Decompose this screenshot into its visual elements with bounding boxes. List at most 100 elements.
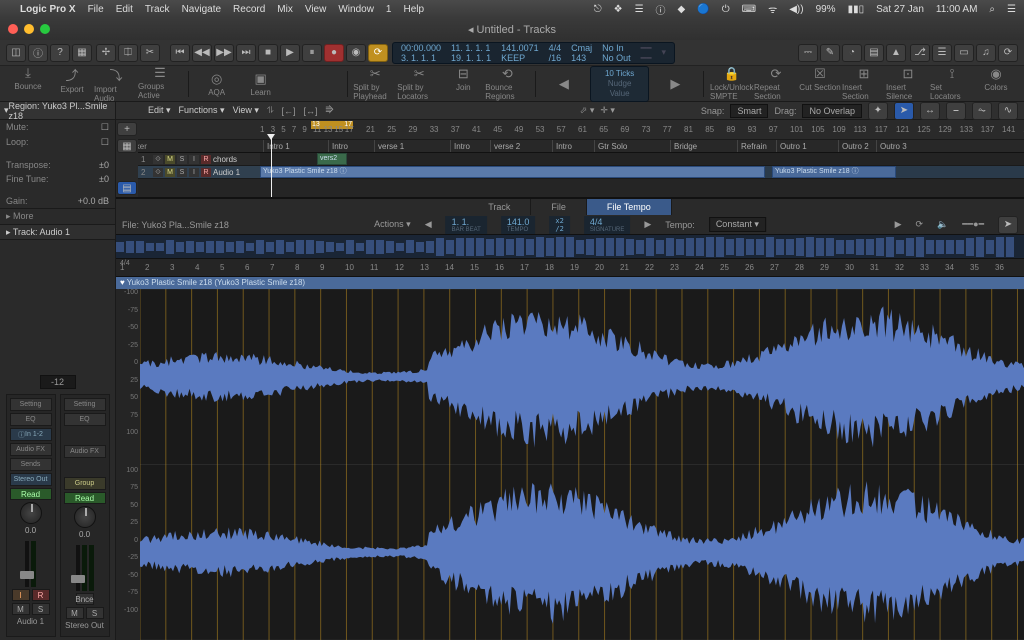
lcd-keep[interactable]: KEEP bbox=[501, 53, 539, 63]
eq-slot[interactable]: EQ bbox=[10, 413, 52, 426]
status-icon[interactable]: ⎋ bbox=[594, 4, 602, 15]
colors-button[interactable]: ◉Colors bbox=[974, 66, 1018, 101]
snap-mode[interactable]: Smart bbox=[730, 104, 768, 118]
solo-button[interactable]: S bbox=[177, 155, 187, 164]
lock-unlock-smpte-button[interactable]: 🔒Lock/Unlock SMPTE bbox=[710, 66, 754, 101]
menu-track[interactable]: Track bbox=[145, 4, 170, 15]
marker[interactable]: Intro 1 bbox=[263, 140, 290, 153]
status-icon[interactable]: ⌨ bbox=[742, 4, 756, 15]
bar-ruler[interactable]: 1317 13579111315172125293337414549535761… bbox=[116, 120, 1024, 140]
preview-button[interactable]: ▶ bbox=[895, 219, 902, 230]
forward-button[interactable]: ▶▶ bbox=[214, 44, 234, 62]
track-header[interactable]: 2 ⟐ M S I R Audio 1 bbox=[138, 166, 260, 178]
track-name[interactable]: chords bbox=[213, 155, 257, 164]
marker[interactable]: Outro 2 bbox=[838, 140, 869, 153]
marker[interactable]: Outro 3 bbox=[876, 140, 907, 153]
marker-track[interactable]: Marker Intro 1Introverse 1Introverse 2In… bbox=[116, 140, 1024, 153]
lcd-midi-in[interactable]: No In bbox=[602, 43, 631, 53]
menubar-date[interactable]: Sat 27 Jan bbox=[876, 4, 924, 15]
status-icon[interactable]: 🔵 bbox=[697, 4, 709, 15]
menubar-time[interactable]: 11:00 AM bbox=[936, 4, 978, 15]
sends-slot[interactable]: Sends bbox=[10, 458, 52, 471]
nudge-right-button[interactable]: ▶ bbox=[653, 76, 697, 92]
lcd-division[interactable]: /16 bbox=[549, 53, 562, 63]
lcd-midi-out[interactable]: No Out bbox=[602, 53, 631, 63]
solo-button[interactable]: S bbox=[32, 603, 50, 615]
split-by-playhead-button[interactable]: ✂Split by Playhead bbox=[353, 66, 397, 101]
next-button[interactable]: ▶ bbox=[644, 219, 651, 230]
actions-menu[interactable]: Actions ▾ bbox=[374, 219, 411, 230]
functions-menu[interactable]: Functions ▾ bbox=[179, 105, 225, 116]
menu-mix[interactable]: Mix bbox=[277, 4, 293, 15]
flex-button[interactable]: ⏦ bbox=[972, 102, 992, 120]
aqa-button[interactable]: ◎AQA bbox=[195, 71, 239, 97]
tempo-display[interactable]: 141.0TEMPO bbox=[501, 216, 536, 234]
lcd-key[interactable]: Cmaj bbox=[571, 43, 592, 53]
marker[interactable]: Outro 1 bbox=[776, 140, 807, 153]
insert-silence-button[interactable]: ⊡Insert Silence bbox=[886, 66, 930, 101]
group-slot[interactable]: Group bbox=[64, 477, 106, 490]
pan-knob[interactable] bbox=[20, 502, 42, 524]
list-editors-button[interactable]: ⎓ bbox=[798, 44, 818, 62]
audiofx-slot[interactable]: Audio FX bbox=[64, 445, 106, 458]
lcd-smpte[interactable]: 00:00.000 bbox=[401, 43, 441, 53]
toolbar-button[interactable]: ▦ bbox=[72, 44, 92, 62]
menu-edit[interactable]: Edit bbox=[116, 4, 133, 15]
minimize-button[interactable] bbox=[24, 24, 34, 34]
midi-region[interactable]: vers2 bbox=[317, 153, 347, 165]
status-icon[interactable]: ❖ bbox=[614, 4, 623, 15]
events-button[interactable]: ☰ bbox=[932, 44, 952, 62]
capture-button[interactable]: ◉ bbox=[346, 44, 366, 62]
volume-icon[interactable]: ◀︎)) bbox=[789, 4, 803, 15]
marker[interactable]: Gtr Solo bbox=[594, 140, 627, 153]
global-tracks-button[interactable]: ▤ bbox=[117, 181, 137, 195]
lcd-locator-left[interactable]: 11. 1. 1. 1 bbox=[451, 43, 491, 53]
mixer-button[interactable]: ⎅ bbox=[118, 44, 138, 62]
play-button[interactable]: ▶ bbox=[280, 44, 300, 62]
db-readout[interactable]: -12 bbox=[40, 375, 76, 389]
waveform-zoom-button[interactable]: ∿ bbox=[998, 102, 1018, 120]
tab-track[interactable]: Track bbox=[468, 199, 531, 215]
track-row[interactable]: 2 ⟐ M S I R Audio 1 Yuko3 Plastic Smile … bbox=[116, 166, 1024, 179]
automation-read[interactable]: Read bbox=[64, 492, 106, 504]
lcd-display[interactable]: 00:00.0003. 1. 1. 1 11. 1. 1. 119. 1. 1.… bbox=[392, 42, 675, 64]
bounce-button[interactable]: Bnce bbox=[76, 593, 94, 605]
menu-1[interactable]: 1 bbox=[386, 4, 392, 15]
pan-value[interactable]: 0.0 bbox=[25, 526, 36, 535]
finetune-value[interactable]: ±0 bbox=[99, 174, 109, 184]
region-inspector-header[interactable]: ▾ Region: Yuko3 Pl...Smile z18 bbox=[0, 102, 115, 120]
menu-file[interactable]: File bbox=[88, 4, 104, 15]
pointer-tool-icon[interactable]: ⬀ ▾ bbox=[580, 105, 595, 116]
track-inspector-header[interactable]: ▸ Track: Audio 1 bbox=[0, 224, 115, 240]
track-header[interactable]: 1 ⟐ M S I R chords bbox=[138, 153, 260, 165]
status-icon[interactable]: ⏻ bbox=[722, 4, 730, 15]
speaker-icon[interactable]: 🔈 bbox=[937, 219, 948, 230]
smart-controls-button[interactable]: ✢ bbox=[96, 44, 116, 62]
bounce-regions-button[interactable]: ⟲Bounce Regions bbox=[485, 66, 529, 101]
region-label[interactable]: Yuko3 Plastic Smile z18 (Yuko3 Plastic S… bbox=[116, 277, 1024, 289]
record-enable[interactable]: R bbox=[201, 155, 211, 164]
input-slot[interactable]: ⓘ In 1-2 bbox=[10, 428, 52, 441]
pan-value[interactable]: 0.0 bbox=[79, 530, 90, 539]
tab-file-tempo[interactable]: File Tempo bbox=[587, 199, 672, 215]
waveform-overview[interactable] bbox=[116, 235, 1024, 259]
lcd-key2[interactable]: 143 bbox=[571, 53, 592, 63]
metronome-button[interactable]: ▲ bbox=[886, 44, 906, 62]
app-menu[interactable]: Logic Pro X bbox=[20, 4, 76, 15]
menu-view[interactable]: View bbox=[305, 4, 327, 15]
setting-slot[interactable]: Setting bbox=[64, 398, 106, 411]
record-enable-button[interactable]: R bbox=[32, 589, 50, 601]
groups-active-button[interactable]: ☰Groups Active bbox=[138, 65, 182, 103]
eq-slot[interactable]: EQ bbox=[64, 413, 106, 426]
split-by-locators-button[interactable]: ✂Split by Locators bbox=[397, 66, 441, 101]
volume-fader[interactable] bbox=[25, 541, 29, 587]
bounce-button[interactable]: ⤓Bounce bbox=[6, 65, 50, 103]
input-button[interactable]: I bbox=[189, 168, 199, 177]
learn-button[interactable]: ▣Learn bbox=[239, 71, 283, 97]
lcd-locator-right[interactable]: 19. 1. 1. 1 bbox=[451, 53, 491, 63]
tool-icon[interactable]: [↔] bbox=[304, 106, 318, 116]
mute-checkbox[interactable]: ☐ bbox=[101, 122, 109, 133]
output-slot[interactable]: Stereo Out bbox=[10, 473, 52, 486]
track-name[interactable]: Audio 1 bbox=[213, 168, 257, 177]
marker[interactable]: verse 2 bbox=[490, 140, 520, 153]
